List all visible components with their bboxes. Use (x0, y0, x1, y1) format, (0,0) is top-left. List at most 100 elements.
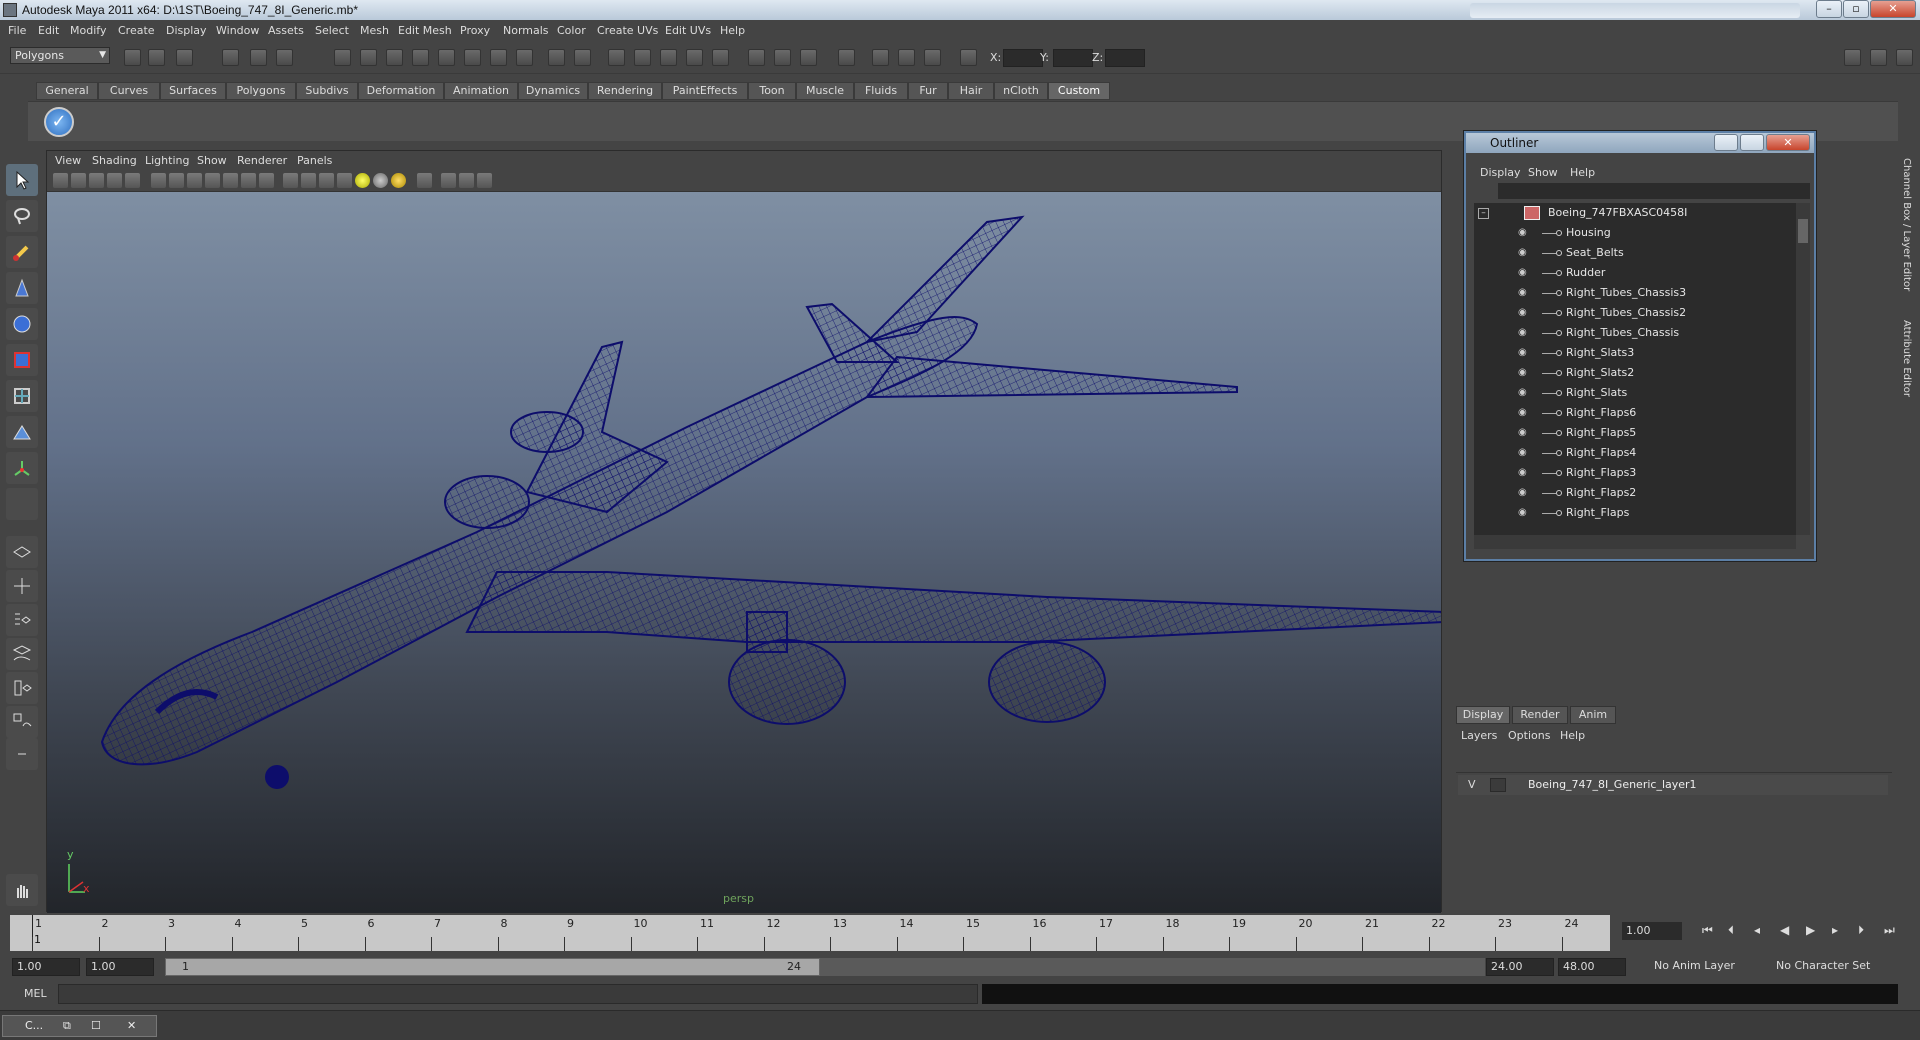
shelf-tab-fur[interactable]: Fur (908, 82, 948, 100)
tool-settings-icon[interactable] (924, 49, 941, 66)
rotate-tool[interactable] (6, 308, 38, 340)
play-forwards-icon[interactable]: ▶ (1806, 923, 1815, 937)
checkmark-icon[interactable]: ✓ (44, 107, 74, 137)
shelf-tab-polygons[interactable]: Polygons (226, 82, 296, 100)
select-hierarchy-icon[interactable] (222, 49, 239, 66)
resolution-gate-icon[interactable] (187, 173, 202, 188)
visibility-eye-icon[interactable]: ◉ (1518, 507, 1534, 519)
channel-box-tab[interactable]: Channel Box / Layer Editor (1901, 158, 1912, 291)
restore-icon[interactable]: ⧉ (63, 1019, 71, 1033)
menu-help[interactable]: Help (720, 24, 745, 37)
snap-point-icon[interactable] (386, 49, 403, 66)
play-backwards-icon[interactable]: ◀ (1780, 923, 1789, 937)
select-tool[interactable] (6, 164, 38, 196)
visibility-eye-icon[interactable]: ◉ (1518, 267, 1534, 279)
camera-icon[interactable] (838, 49, 855, 66)
smooth-shade-icon[interactable] (301, 173, 316, 188)
character-set-dropdown[interactable]: No Character Set (1772, 958, 1884, 976)
layer-menu-layers[interactable]: Layers (1461, 729, 1497, 742)
render-frame-icon[interactable] (608, 49, 625, 66)
outliner-item[interactable]: ◉ Right_Flaps2 (1474, 483, 1784, 503)
ipr-render-icon[interactable] (634, 49, 651, 66)
visibility-eye-icon[interactable]: ◉ (1518, 347, 1534, 359)
menu-mesh[interactable]: Mesh (360, 24, 389, 37)
range-slider-handle[interactable]: 1 24 (165, 958, 820, 976)
visibility-eye-icon[interactable]: ◉ (1518, 307, 1534, 319)
hypershade-icon[interactable] (712, 49, 729, 66)
show-manipulator-tool[interactable] (6, 452, 38, 484)
safe-title-icon[interactable] (259, 173, 274, 188)
maximize-icon[interactable]: ☐ (91, 1019, 101, 1032)
lock-icon[interactable] (548, 49, 565, 66)
visibility-eye-icon[interactable]: ◉ (1518, 247, 1534, 259)
history-icon[interactable] (464, 49, 481, 66)
z-field[interactable] (1105, 49, 1145, 67)
outliner-item[interactable]: ◉ Seat_Belts (1474, 243, 1784, 263)
outliner-horizontal-scrollbar[interactable] (1474, 535, 1796, 549)
field-chart-icon[interactable] (223, 173, 238, 188)
shelf-tab-surfaces[interactable]: Surfaces (160, 82, 226, 100)
menu-normals[interactable]: Normals (503, 24, 549, 37)
shelf-tab-hair[interactable]: Hair (948, 82, 994, 100)
snap-curve-icon[interactable] (360, 49, 377, 66)
shelf-tab-general[interactable]: General (36, 82, 98, 100)
mel-label[interactable]: MEL (24, 987, 47, 1000)
layout-persp-dope[interactable] (6, 706, 38, 738)
viewport-canvas[interactable]: y x persp (47, 192, 1441, 913)
x-field[interactable] (1003, 49, 1043, 67)
outliner-item[interactable]: ◉ Right_Flaps6 (1474, 403, 1784, 423)
menu-file[interactable]: File (8, 24, 26, 37)
visibility-eye-icon[interactable]: ◉ (1518, 387, 1534, 399)
lasso-tool[interactable] (6, 200, 38, 232)
xray-components-icon[interactable] (477, 173, 492, 188)
step-forward-frame-icon[interactable]: ▸ (1832, 923, 1838, 937)
outliner-item[interactable]: ◉ Right_Flaps3 (1474, 463, 1784, 483)
outliner-filter-field[interactable] (1498, 183, 1810, 199)
shelf-tab-rendering[interactable]: Rendering (588, 82, 662, 100)
outliner-item[interactable]: ◉ Right_Tubes_Chassis3 (1474, 283, 1784, 303)
viewport-menu-shading[interactable]: Shading (92, 154, 137, 167)
outliner-close-button[interactable]: ✕ (1766, 134, 1810, 151)
grid-icon[interactable] (151, 173, 166, 188)
xray-icon[interactable] (441, 173, 456, 188)
shelf-tab-muscle[interactable]: Muscle (796, 82, 854, 100)
select-object-icon[interactable] (250, 49, 267, 66)
shelf-tab-subdivs[interactable]: Subdivs (296, 82, 358, 100)
menu-edit[interactable]: Edit (38, 24, 59, 37)
layout-persp-graph[interactable] (6, 638, 38, 670)
viewport-menu-show[interactable]: Show (197, 154, 227, 167)
animation-start-field[interactable]: 1.00 (12, 958, 80, 976)
outliner-item[interactable]: ◉ Right_Tubes_Chassis2 (1474, 303, 1784, 323)
menu-set-selector[interactable]: Polygons ▼ (10, 47, 110, 64)
layer-menu-options[interactable]: Options (1508, 729, 1550, 742)
go-to-start-icon[interactable]: ⏮ (1702, 923, 1713, 938)
visibility-eye-icon[interactable]: ◉ (1518, 367, 1534, 379)
current-time-field[interactable]: 1.00 (1622, 922, 1682, 940)
scale-tool[interactable] (6, 344, 38, 376)
render-view-icon[interactable] (686, 49, 703, 66)
attribute-editor-tab[interactable]: Attribute Editor (1901, 320, 1912, 397)
outliner-item[interactable]: ◉ Rudder (1474, 263, 1784, 283)
outliner-menu-help[interactable]: Help (1570, 166, 1595, 179)
layer-tab-display[interactable]: Display (1456, 706, 1510, 724)
new-scene-icon[interactable] (124, 49, 141, 66)
toggle-tool-settings-icon[interactable] (1870, 49, 1887, 66)
outliner-item[interactable]: ◉ Right_Slats (1474, 383, 1784, 403)
help-search-field[interactable] (1470, 3, 1800, 18)
shelf-tab-painteffects[interactable]: PaintEffects (662, 82, 748, 100)
shelf-tab-toon[interactable]: Toon (748, 82, 796, 100)
render-settings-icon[interactable] (660, 49, 677, 66)
anim-layer-dropdown[interactable]: No Anim Layer (1650, 958, 1758, 976)
collapse-icon[interactable]: – (1478, 208, 1489, 219)
visibility-eye-icon[interactable]: ◉ (1518, 427, 1534, 439)
snap-view-icon[interactable] (412, 49, 429, 66)
wireframe-on-shaded-icon[interactable] (319, 173, 334, 188)
menu-proxy[interactable]: Proxy (460, 24, 490, 37)
outliner-item[interactable]: ◉ Right_Flaps4 (1474, 443, 1784, 463)
soft-modification-tool[interactable] (6, 416, 38, 448)
minimize-button[interactable]: – (1816, 0, 1842, 18)
scripts-icon[interactable] (800, 49, 817, 66)
capture-icon[interactable] (872, 49, 889, 66)
visibility-eye-icon[interactable]: ◉ (1518, 467, 1534, 479)
2d-pan-icon[interactable] (125, 173, 140, 188)
